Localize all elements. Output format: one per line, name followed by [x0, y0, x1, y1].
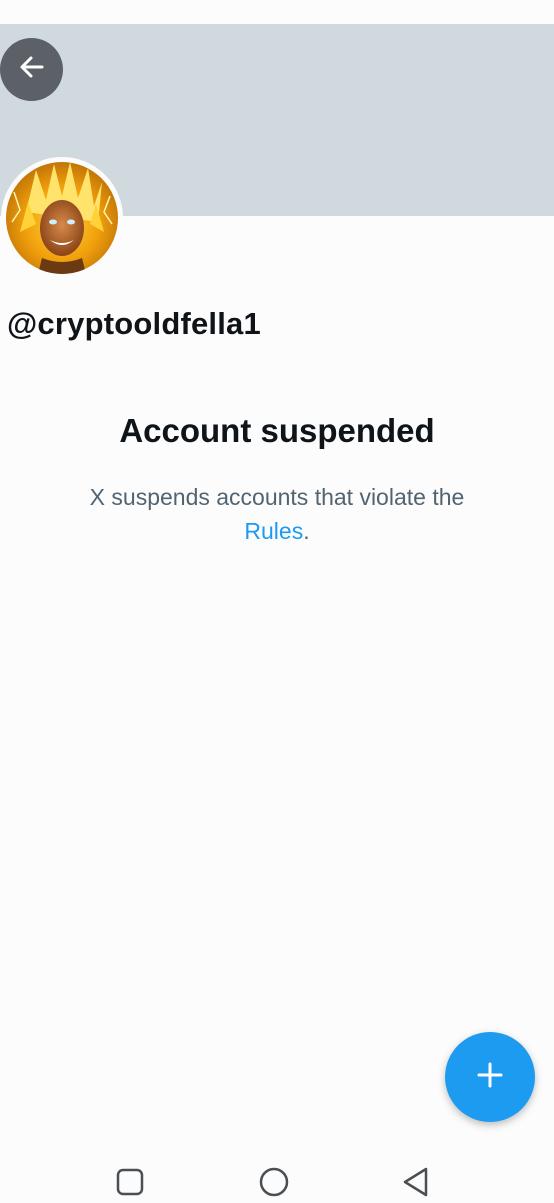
- circle-icon: [258, 1166, 290, 1203]
- profile-handle: @cryptooldfella1: [7, 306, 261, 341]
- avatar-image: [6, 162, 118, 274]
- triangle-back-icon: [400, 1166, 432, 1203]
- suspension-message-period: .: [303, 518, 310, 544]
- recents-button[interactable]: [112, 1166, 148, 1202]
- square-icon: [115, 1167, 145, 1202]
- suspension-message: X suspends accounts that violate the Rul…: [60, 480, 494, 548]
- plus-icon: [476, 1061, 504, 1094]
- arrow-left-icon: [17, 52, 47, 87]
- system-back-button[interactable]: [398, 1166, 434, 1202]
- rules-link[interactable]: Rules: [244, 518, 303, 544]
- status-bar: [0, 0, 554, 24]
- avatar[interactable]: [1, 157, 123, 279]
- back-button[interactable]: [0, 38, 63, 101]
- home-button[interactable]: [256, 1166, 292, 1202]
- suspension-message-text: X suspends accounts that violate the: [89, 484, 465, 510]
- compose-button[interactable]: [445, 1032, 535, 1122]
- suspension-title: Account suspended: [119, 412, 435, 449]
